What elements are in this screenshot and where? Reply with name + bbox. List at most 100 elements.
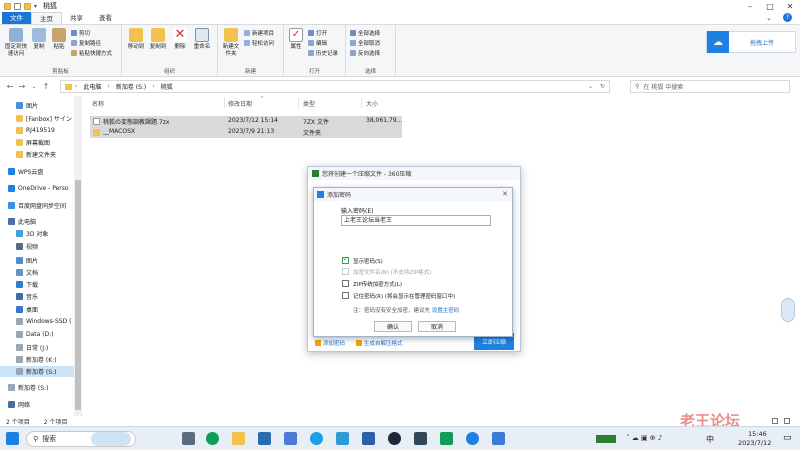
sidebar-item[interactable]: [Fanbox] サイン <box>0 113 74 124</box>
file-explorer-icon[interactable] <box>232 432 245 445</box>
password-input[interactable]: 上老王论坛当老王 <box>341 215 491 226</box>
sidebar-item[interactable]: 此电脑 <box>0 216 74 227</box>
delete-button[interactable]: ✕ 删除 <box>172 28 188 51</box>
large-icons-view-icon[interactable] <box>784 418 790 424</box>
maximize-button[interactable]: □ <box>760 0 780 12</box>
breadcrumb-drive-s[interactable]: 新加卷 (S:) <box>116 82 146 91</box>
tab-view[interactable]: 查看 <box>91 12 120 24</box>
sidebar-item[interactable]: RJ419519 <box>0 125 74 136</box>
drag-upload-button[interactable]: ☁ 拖拽上传 <box>706 31 796 53</box>
self-extract-link[interactable]: 生成自解压格式 <box>356 339 403 347</box>
address-dropdown-icon[interactable]: ⌄ <box>588 83 593 90</box>
edge-icon[interactable] <box>206 432 219 445</box>
steam-icon[interactable] <box>388 432 401 445</box>
copy-button[interactable]: 复制 <box>31 28 47 51</box>
tab-file[interactable]: 文件 <box>2 12 31 24</box>
sidebar-item[interactable]: 百度网盘同步空间 <box>0 200 74 211</box>
sidebar-item[interactable]: 屏幕截图 <box>0 137 74 148</box>
sidebar-item[interactable]: 新加卷 (S:) <box>0 366 74 377</box>
tab-home[interactable]: 主页 <box>31 12 62 24</box>
address-bar[interactable]: › 此电脑 › 新加卷 (S:) › 桃狐 ⌄ ↻ <box>60 80 610 93</box>
help-icon[interactable]: ? <box>783 13 792 22</box>
properties-button[interactable]: ✓ 属性 <box>287 28 305 51</box>
invert-selection-button[interactable]: 反向选择 <box>350 49 380 57</box>
refresh-icon[interactable]: ↻ <box>600 83 605 90</box>
open-button[interactable]: 打开 <box>308 29 327 37</box>
taskbar-search[interactable]: ⚲ 搜索 <box>26 431 136 447</box>
app-icon[interactable] <box>414 432 427 445</box>
sidebar-item[interactable]: Data (D:) <box>0 329 74 340</box>
column-name[interactable]: 名称 <box>92 99 104 108</box>
rename-button[interactable]: 重命名 <box>191 28 213 51</box>
baidu-netdisk-icon[interactable] <box>466 432 479 445</box>
sidebar-item[interactable]: 音乐 <box>0 291 74 302</box>
zip-legacy-encryption-checkbox[interactable] <box>342 280 349 287</box>
app-icon[interactable] <box>492 432 505 445</box>
sidebar-item[interactable]: 新加卷 (S:) <box>0 382 74 393</box>
minimize-button[interactable]: – <box>740 0 760 12</box>
pin-quick-access-button[interactable]: 固定到快速访问 <box>3 28 29 58</box>
task-view-icon[interactable] <box>182 432 195 445</box>
ok-button[interactable]: 确认 <box>374 321 412 332</box>
store-icon[interactable] <box>258 432 271 445</box>
move-to-button[interactable]: 移动到 <box>126 28 146 51</box>
sidebar-item[interactable]: 日常 (J:) <box>0 342 74 353</box>
app-icon[interactable] <box>440 432 453 445</box>
column-date[interactable]: 修改日期 <box>228 99 252 108</box>
quick-access-dropdown-icon[interactable]: ▾ <box>34 3 37 10</box>
sidebar-item[interactable]: OneDrive - Perso <box>0 183 74 194</box>
copy-to-button[interactable]: 复制到 <box>148 28 168 51</box>
back-icon[interactable]: ← <box>4 82 16 91</box>
folder-row[interactable]: __MACOSX 2023/7/9 21:13 文件夹 <box>90 127 402 138</box>
close-button[interactable]: ✕ <box>780 0 800 12</box>
mail-icon[interactable] <box>284 432 297 445</box>
paste-shortcut-button[interactable]: 粘贴快捷方式 <box>71 49 112 57</box>
paste-button[interactable]: 粘贴 <box>51 28 67 51</box>
app-icon[interactable] <box>362 432 375 445</box>
cancel-button[interactable]: 取消 <box>418 321 456 332</box>
column-divider[interactable] <box>298 98 299 108</box>
cut-button[interactable]: 剪切 <box>71 29 90 37</box>
tray-icons[interactable]: ˄ ☁ ▣ ⊕ ♪ <box>626 434 662 442</box>
sidebar-item[interactable]: 下载 <box>0 279 74 290</box>
file-row[interactable]: 桃狐の変態調教課題.7zx 2023/7/12 15:14 7ZX 文件 38,… <box>90 116 402 127</box>
easy-access-button[interactable]: 轻松访问 <box>244 39 274 47</box>
close-icon[interactable]: ✕ <box>502 190 508 198</box>
sidebar-scrollbar-thumb[interactable] <box>75 180 81 410</box>
forward-icon[interactable]: → <box>16 82 28 91</box>
history-button[interactable]: 历史记录 <box>308 49 338 57</box>
sidebar-item[interactable]: WPS云盘 <box>0 166 74 177</box>
breadcrumb-current-folder[interactable]: 桃狐 <box>161 82 173 91</box>
browser-icon[interactable] <box>310 432 323 445</box>
edit-button[interactable]: 编辑 <box>308 39 327 47</box>
breadcrumb-this-pc[interactable]: 此电脑 <box>83 82 101 91</box>
recent-dropdown-icon[interactable]: ⌄ <box>28 83 40 90</box>
sidebar-item[interactable]: 新建文件夹 <box>0 149 74 160</box>
sidebar-item[interactable]: 桌面 <box>0 304 74 315</box>
add-password-link[interactable]: 添加密码 <box>315 339 345 347</box>
encrypt-names-checkbox[interactable] <box>342 268 349 275</box>
column-type[interactable]: 类型 <box>303 99 315 108</box>
sidebar-item[interactable]: 文档 <box>0 267 74 278</box>
column-divider[interactable] <box>361 98 362 108</box>
ribbon-expand-icon[interactable]: ⌄ <box>766 14 772 22</box>
properties-quick-icon[interactable] <box>14 2 21 10</box>
sidebar-item[interactable]: 图片 <box>0 100 74 111</box>
sidebar-item[interactable]: 新加卷 (K:) <box>0 354 74 365</box>
battery-icon[interactable] <box>596 435 616 443</box>
copy-path-button[interactable]: 复制路径 <box>71 39 101 47</box>
clock-date[interactable]: 2023/7/12 <box>738 439 771 447</box>
notification-icon[interactable]: ▭ <box>783 433 792 443</box>
tab-share[interactable]: 共享 <box>62 12 91 24</box>
app-icon[interactable] <box>336 432 349 445</box>
sidebar-item[interactable]: Windows-SSD ( <box>0 316 74 327</box>
start-icon[interactable] <box>6 432 19 445</box>
new-folder-button[interactable]: 新建文件夹 <box>221 28 241 58</box>
column-size[interactable]: 大小 <box>366 99 378 108</box>
set-master-password-link[interactable]: 设置主密码 <box>432 308 460 314</box>
select-none-button[interactable]: 全部取消 <box>350 39 380 47</box>
search-box[interactable]: ⚲ 在 桃狐 中搜索 <box>630 80 790 93</box>
floating-assistant-icon[interactable] <box>781 298 795 322</box>
remember-password-checkbox[interactable] <box>342 292 349 299</box>
select-all-button[interactable]: 全部选择 <box>350 29 380 37</box>
